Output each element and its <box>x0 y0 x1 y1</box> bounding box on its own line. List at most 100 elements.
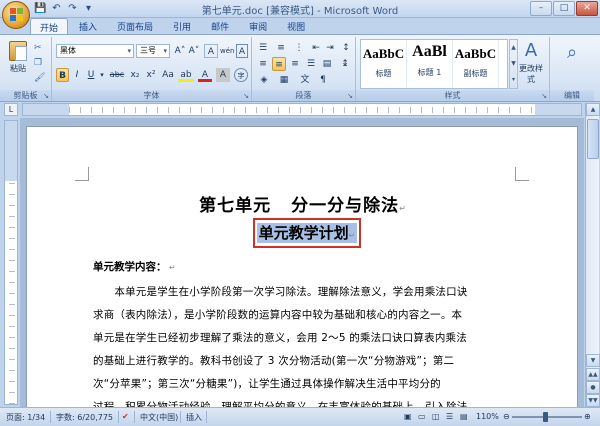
font-launcher-icon[interactable]: ↘ <box>243 92 249 100</box>
language-status[interactable]: 中文(中国) <box>140 412 178 423</box>
view-outline-icon[interactable]: ☰ <box>446 412 453 421</box>
font-group: 黑体 ▾ 三号 ▾ A˄ A˅ A wén A B I U ▾ abc x₂ x² … <box>52 37 252 101</box>
browse-object-icon[interactable]: ● <box>586 381 600 394</box>
paste-icon <box>9 41 27 61</box>
copy-icon[interactable]: ❐ <box>34 57 45 69</box>
bullets-icon[interactable]: ☰ <box>256 41 270 55</box>
view-print-layout-icon[interactable]: ▣ <box>404 412 412 421</box>
next-page-icon[interactable]: ▼▼ <box>586 394 600 407</box>
body-line: 求商（表内除法），是小学阶段数的运算内容中较为基础和核心的内容之一。本 <box>93 309 463 321</box>
style-subtitle[interactable]: AaBbC 副标题 <box>453 40 499 88</box>
font-group-label: 字体 <box>52 90 251 101</box>
grow-font-button[interactable]: A˄ <box>174 44 186 58</box>
scroll-down-icon[interactable]: ▼ <box>586 354 600 367</box>
vertical-ruler[interactable] <box>4 120 18 405</box>
strikethrough-button[interactable]: abc <box>108 68 126 82</box>
increase-indent-icon[interactable]: ⇥ <box>324 41 336 55</box>
character-shading-button[interactable]: A <box>216 68 230 82</box>
tab-insert[interactable]: 插入 <box>70 18 106 34</box>
align-right-icon[interactable]: ≡ <box>288 57 302 71</box>
change-styles-icon: A <box>524 40 538 61</box>
show-marks-icon[interactable]: ¶ <box>316 73 330 87</box>
subscript-button[interactable]: x₂ <box>128 68 142 82</box>
paragraph-group-label: 段落 <box>252 90 355 101</box>
ribbon-tabs: 开始 插入 页面布局 引用 邮件 审阅 视图 <box>30 18 314 34</box>
scroll-thumb[interactable] <box>587 119 599 159</box>
justify-icon[interactable]: ☰ <box>304 57 318 71</box>
tab-home[interactable]: 开始 <box>30 18 69 34</box>
minimize-button[interactable]: – <box>530 1 552 16</box>
superscript-button[interactable]: x² <box>144 68 158 82</box>
scroll-up-icon[interactable]: ▲ <box>586 103 600 116</box>
close-button[interactable]: ✕ <box>576 1 598 16</box>
view-draft-icon[interactable]: ▤ <box>460 412 468 421</box>
font-name-select[interactable]: 黑体 ▾ <box>56 44 134 58</box>
tab-selector[interactable]: L <box>4 103 18 116</box>
underline-dropdown-icon[interactable]: ▾ <box>99 68 105 82</box>
binoculars-icon: ⌕ <box>566 42 578 63</box>
selected-subtitle[interactable]: 单元教学计划↵ <box>257 223 357 243</box>
document-page[interactable]: 第七单元 分一分与除法↵ 单元教学计划↵ 单元教学内容： ↵ 本单元是学生在小学阶… <box>26 126 578 407</box>
insert-mode[interactable]: 插入 <box>186 412 202 423</box>
word-count[interactable]: 字数: 6/20,775 <box>56 412 113 423</box>
maximize-button[interactable]: □ <box>553 1 575 16</box>
change-case-button[interactable]: Aa <box>160 68 176 82</box>
tab-references[interactable]: 引用 <box>164 18 200 34</box>
crop-mark <box>75 167 89 181</box>
horizontal-ruler[interactable] <box>22 103 582 116</box>
font-size-select[interactable]: 三号 ▾ <box>136 44 170 58</box>
page-count[interactable]: 页面: 1/34 <box>6 412 45 423</box>
style-title[interactable]: AaBbC 标题 <box>361 40 407 88</box>
borders-icon[interactable]: ▦ <box>276 73 292 87</box>
align-left-icon[interactable]: ≡ <box>256 57 270 71</box>
numbering-icon[interactable]: ≡ <box>274 41 288 55</box>
highlight-button[interactable]: ab <box>178 68 194 82</box>
underline-button[interactable]: U <box>85 68 97 82</box>
format-painter-icon[interactable]: 🖌 <box>34 72 45 84</box>
align-center-icon[interactable]: ≡ <box>272 57 286 71</box>
styles-launcher-icon[interactable]: ↘ <box>541 92 547 100</box>
shrink-font-button[interactable]: A˅ <box>188 44 200 58</box>
line-spacing-icon[interactable]: ↨ <box>338 57 352 71</box>
shading-icon[interactable]: ◈ <box>256 73 272 87</box>
document-title: 第七单元 分一分与除法↵ <box>199 196 407 216</box>
title-bar: 💾 ↶ ↷ ▾ 第七单元.doc [兼容模式] - Microsoft Word… <box>0 0 600 18</box>
zoom-out-icon[interactable]: ⊖ <box>503 412 510 421</box>
paste-button[interactable]: 粘贴 <box>6 41 30 74</box>
style-heading-1[interactable]: AaBl 标题 1 <box>407 40 453 88</box>
tab-review[interactable]: 审阅 <box>240 18 276 34</box>
phonetic-guide-button[interactable]: wén <box>220 44 234 58</box>
distributed-icon[interactable]: ▤ <box>320 57 334 71</box>
italic-button[interactable]: I <box>71 68 83 82</box>
vertical-scrollbar[interactable]: ▲ ▼ ▲▲ ● ▼▼ <box>585 103 600 407</box>
body-line: 次“分苹果”；第三次“分糖果”)，让学生通过具体操作解决生活中平均分的 <box>93 378 441 390</box>
decrease-indent-icon[interactable]: ⇤ <box>310 41 322 55</box>
change-styles-button[interactable]: A 更改样式 <box>516 39 546 85</box>
zoom-in-icon[interactable]: ⊕ <box>584 412 591 421</box>
clipboard-launcher-icon[interactable]: ↘ <box>43 92 49 100</box>
cut-icon[interactable]: ✂ <box>34 42 45 54</box>
chinese-layout-icon[interactable]: 文 <box>298 73 312 87</box>
zoom-slider-thumb[interactable] <box>543 412 548 422</box>
tab-view[interactable]: 视图 <box>278 18 314 34</box>
character-border-button[interactable]: A <box>236 44 248 58</box>
clear-format-button[interactable]: A <box>204 44 218 58</box>
multilevel-list-icon[interactable]: ⋮ <box>292 41 306 55</box>
enclose-characters-button[interactable]: 字 <box>234 68 248 82</box>
font-color-button[interactable]: A <box>198 68 212 82</box>
view-full-screen-icon[interactable]: ▭ <box>418 412 426 421</box>
tab-page-layout[interactable]: 页面布局 <box>108 18 162 34</box>
proofing-icon[interactable]: ✔ <box>122 412 129 421</box>
crop-mark <box>515 167 529 181</box>
paragraph-launcher-icon[interactable]: ↘ <box>347 92 353 100</box>
office-button[interactable] <box>2 1 30 29</box>
highlight-box: 单元教学计划↵ <box>253 218 361 248</box>
prev-page-icon[interactable]: ▲▲ <box>586 368 600 381</box>
view-web-icon[interactable]: ◫ <box>432 412 440 421</box>
tab-mailings[interactable]: 邮件 <box>202 18 238 34</box>
bold-button[interactable]: B <box>56 68 69 82</box>
sort-icon[interactable]: ↕ <box>340 41 352 55</box>
zoom-level[interactable]: 110% <box>476 412 499 421</box>
editing-button[interactable]: ⌕ <box>554 41 590 65</box>
styles-gallery: AaBbC 标题 AaBl 标题 1 AaBbC 副标题 <box>360 39 508 89</box>
